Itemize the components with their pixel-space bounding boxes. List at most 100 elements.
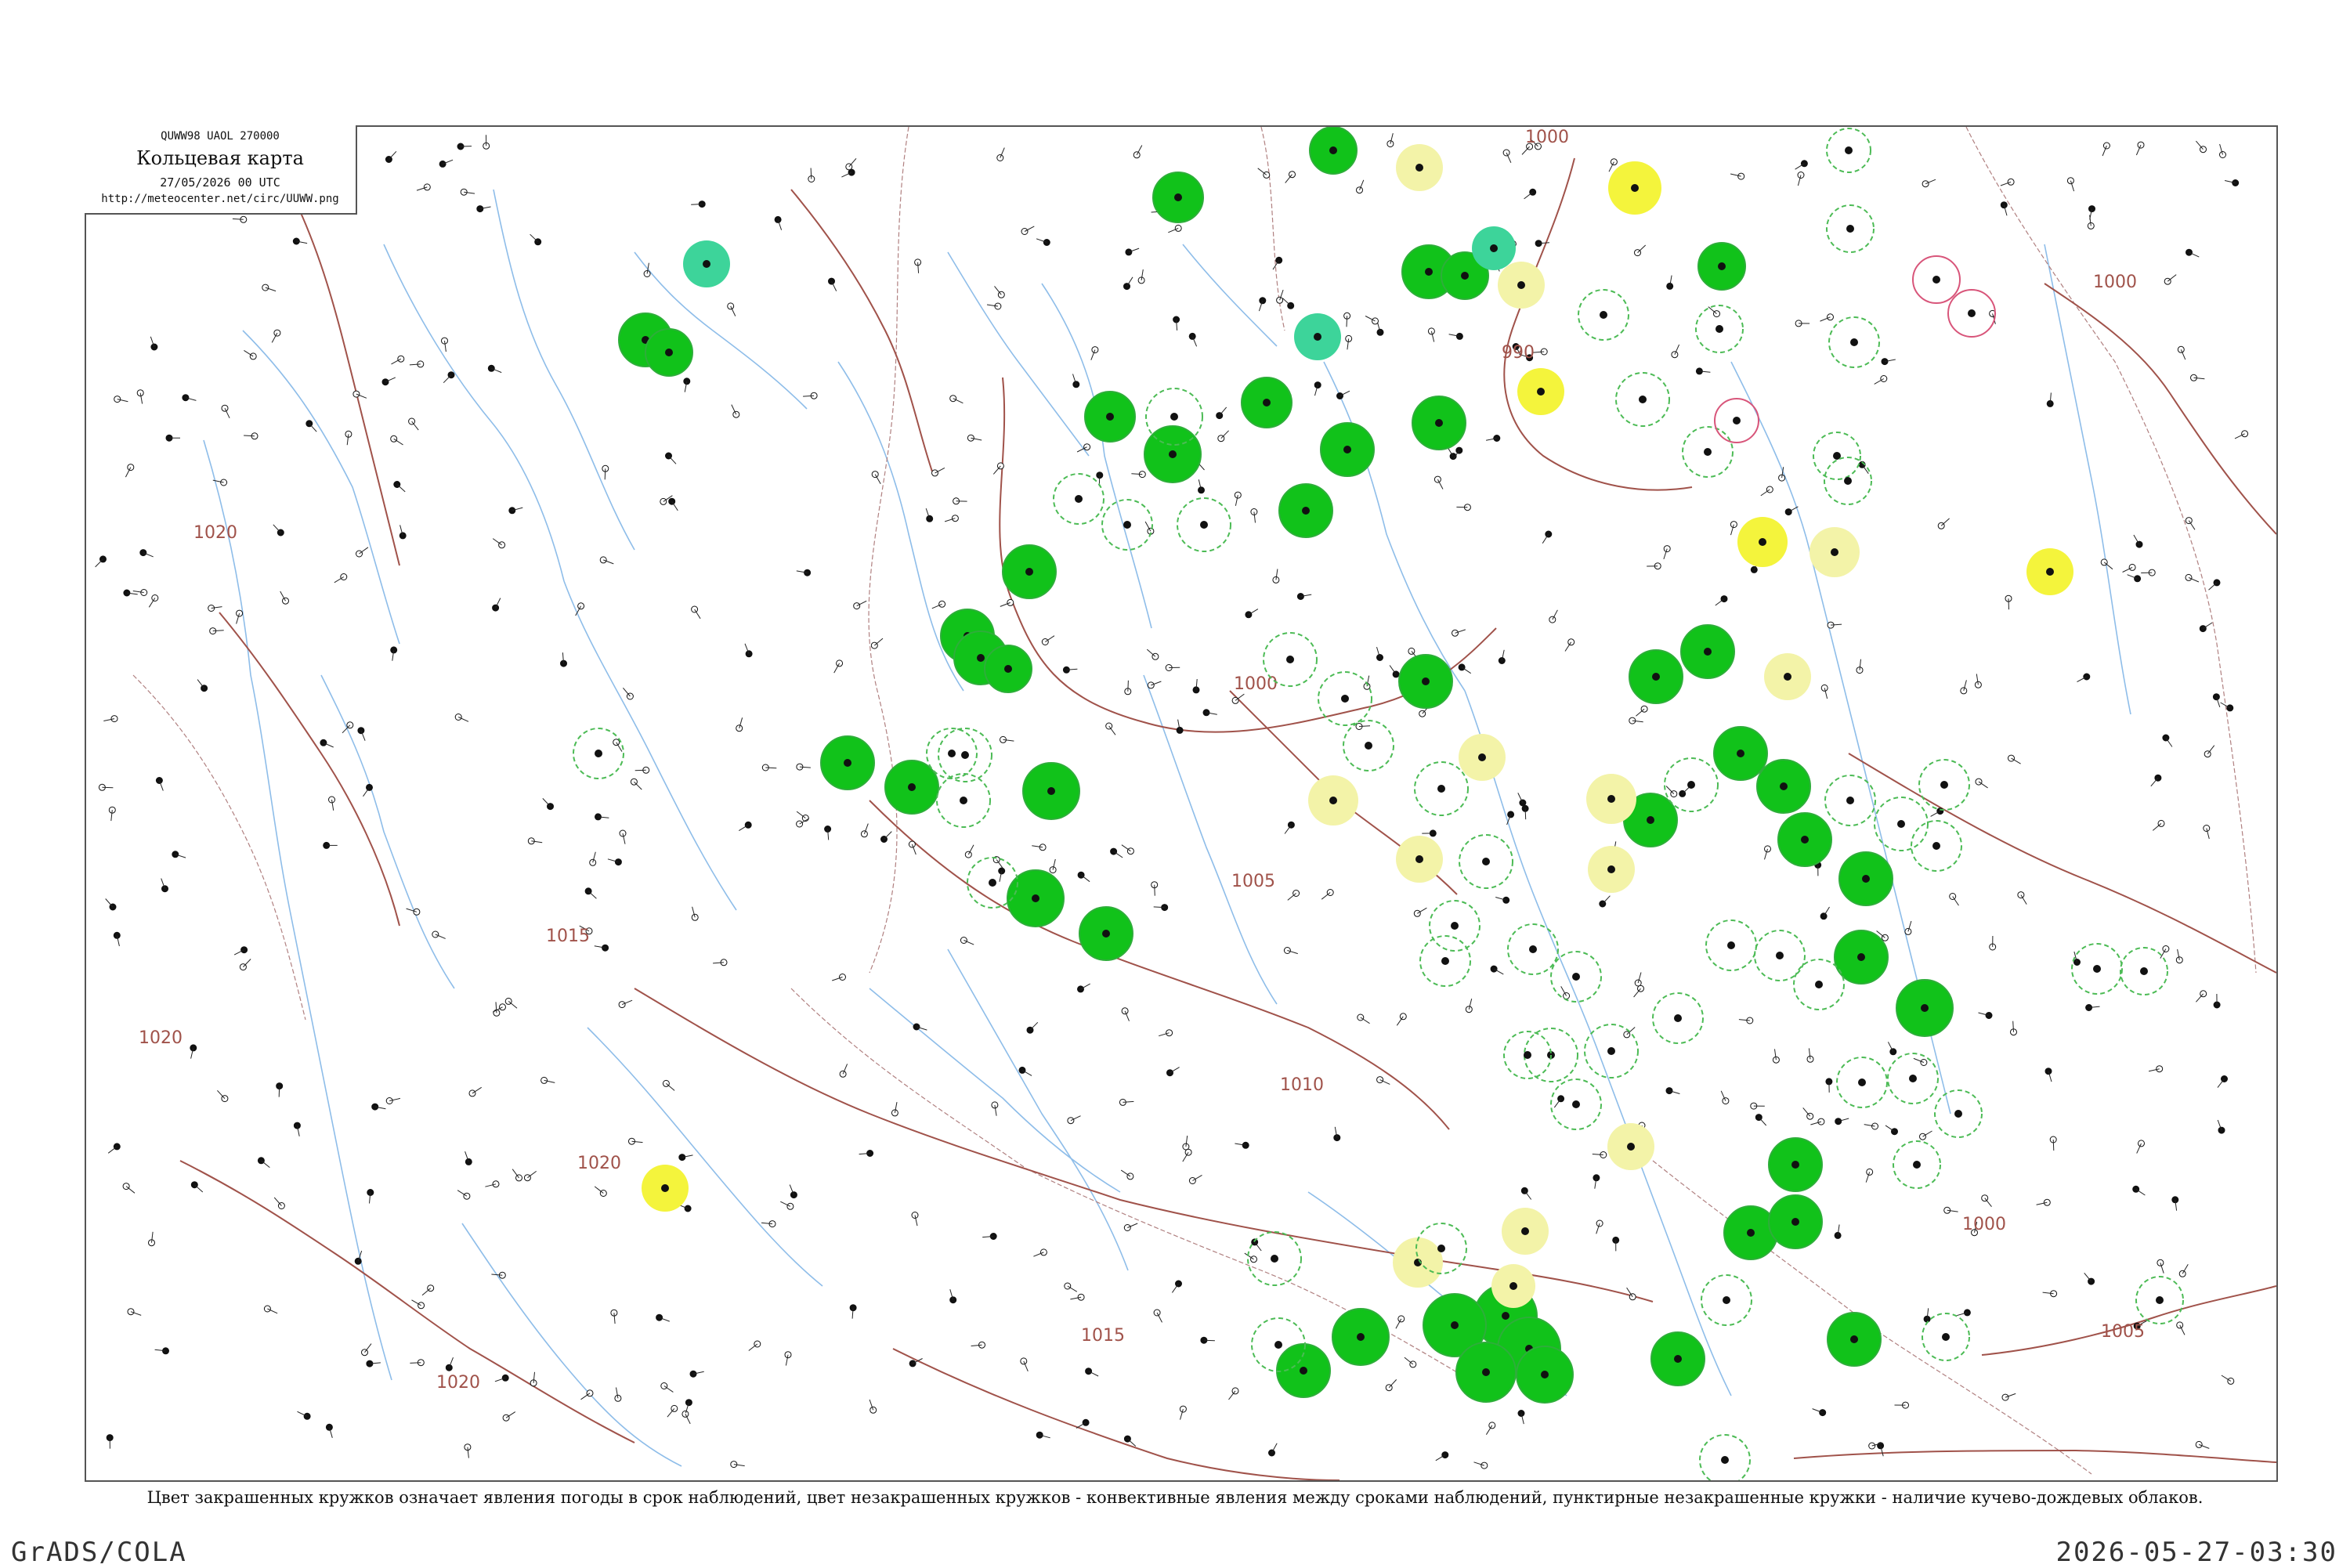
station-center	[989, 879, 996, 887]
station-center	[1942, 1333, 1950, 1341]
station-center	[1169, 450, 1177, 458]
station-center	[1502, 1312, 1509, 1320]
wind-barb	[1128, 681, 1129, 692]
station-marker	[1133, 152, 1140, 158]
station-center	[1422, 677, 1430, 685]
wind-barb	[2207, 746, 2214, 754]
map-title: Кольцевая карта	[85, 147, 356, 169]
station-center	[1704, 448, 1712, 456]
station-center	[1343, 446, 1351, 453]
wind-barb	[96, 559, 103, 567]
station-center	[1647, 816, 1654, 824]
station-center	[1106, 413, 1114, 421]
station-marker	[590, 859, 596, 865]
station-marker	[1503, 897, 1509, 903]
isobar-label: 1020	[577, 1154, 621, 1173]
wind-barb	[261, 1161, 269, 1168]
station-center	[1862, 875, 1870, 883]
wind-barb	[2153, 823, 2161, 830]
isobar-label: 1000	[2093, 273, 2137, 292]
wind-barb	[811, 168, 812, 179]
station-center	[1524, 1051, 1531, 1059]
wind-barb	[1716, 599, 1724, 605]
map-url: http://meteocenter.net/circ/UUWW.png	[85, 193, 356, 205]
isobar-label: 1020	[193, 523, 237, 543]
station-center	[844, 759, 851, 767]
station-center	[960, 797, 967, 804]
station-center	[1780, 782, 1788, 790]
station-center	[1263, 399, 1271, 406]
station-center	[1932, 276, 1940, 284]
isobar-label: 1015	[546, 927, 590, 946]
station-center	[1341, 695, 1349, 703]
wind-barb	[874, 638, 883, 645]
station-marker	[775, 216, 781, 222]
station-center	[1572, 973, 1580, 981]
wind-barb	[422, 1288, 431, 1295]
station-center	[1627, 1143, 1635, 1151]
wind-barb	[1638, 245, 1646, 253]
wind-barb	[1030, 1022, 1038, 1030]
station-center	[1940, 781, 1948, 789]
wind-barb	[243, 959, 251, 967]
station-center	[1441, 957, 1449, 965]
wind-barb	[1288, 894, 1296, 901]
station-center	[1850, 1335, 1858, 1343]
station-marker	[439, 161, 446, 167]
wind-barb	[1405, 1357, 1413, 1364]
station-center	[1170, 413, 1178, 421]
wind-barb	[2209, 583, 2218, 590]
wind-barb	[623, 688, 630, 696]
wind-barb	[2084, 1273, 2092, 1281]
station-marker	[1820, 913, 1827, 919]
wind-barb	[1636, 709, 1644, 716]
wind-barb	[279, 1086, 280, 1097]
station-center	[2156, 1296, 2164, 1304]
station-center	[1314, 333, 1321, 341]
station-marker	[114, 1143, 120, 1150]
isobar-labels-layer: 1000990100010051010101510151020102010201…	[139, 128, 2145, 1393]
station-marker	[128, 464, 134, 471]
station-marker	[1414, 910, 1420, 916]
station-marker	[1672, 352, 1678, 358]
station-center	[1329, 146, 1337, 154]
wind-barb	[389, 151, 396, 159]
map-canvas: 1000990100010051010101510151020102010201…	[86, 127, 2276, 1480]
borders-layer	[133, 127, 2256, 1474]
station-center	[908, 783, 916, 791]
wind-barb	[1603, 896, 1611, 904]
station-center	[1652, 673, 1660, 681]
station-center	[1727, 941, 1735, 949]
station-center	[2093, 965, 2101, 973]
station-center	[1723, 1296, 1730, 1304]
station-center	[1004, 665, 1012, 673]
isobar-label: 990	[1502, 343, 1535, 363]
wind-barb	[691, 204, 702, 205]
wind-barb	[1220, 407, 1227, 416]
wind-barb	[595, 1187, 603, 1194]
station-center	[1718, 262, 1726, 270]
station-center	[1687, 781, 1695, 789]
wind-barb	[365, 1344, 372, 1353]
wind-barb	[993, 466, 1000, 475]
isobar-label: 1005	[1231, 872, 1275, 891]
wind-barb	[1524, 1190, 1531, 1199]
wind-barb	[1221, 431, 1229, 439]
station-marker	[854, 603, 860, 609]
isobar-label: 1020	[139, 1028, 183, 1048]
station-center	[977, 654, 985, 662]
station-center	[1844, 477, 1852, 485]
station-marker	[2186, 518, 2192, 524]
station-marker	[1730, 522, 1737, 528]
wind-barb	[1147, 649, 1155, 656]
station-center	[1329, 797, 1337, 804]
wind-barb	[412, 421, 419, 430]
station-center	[1271, 1255, 1278, 1263]
wind-barb	[1634, 988, 1641, 997]
wind-barb	[666, 1083, 674, 1090]
station-center	[1451, 1321, 1459, 1329]
wind-barb	[1389, 1379, 1397, 1387]
station-center	[1932, 842, 1940, 850]
station-center	[1850, 338, 1858, 346]
station-center	[1482, 1368, 1490, 1376]
